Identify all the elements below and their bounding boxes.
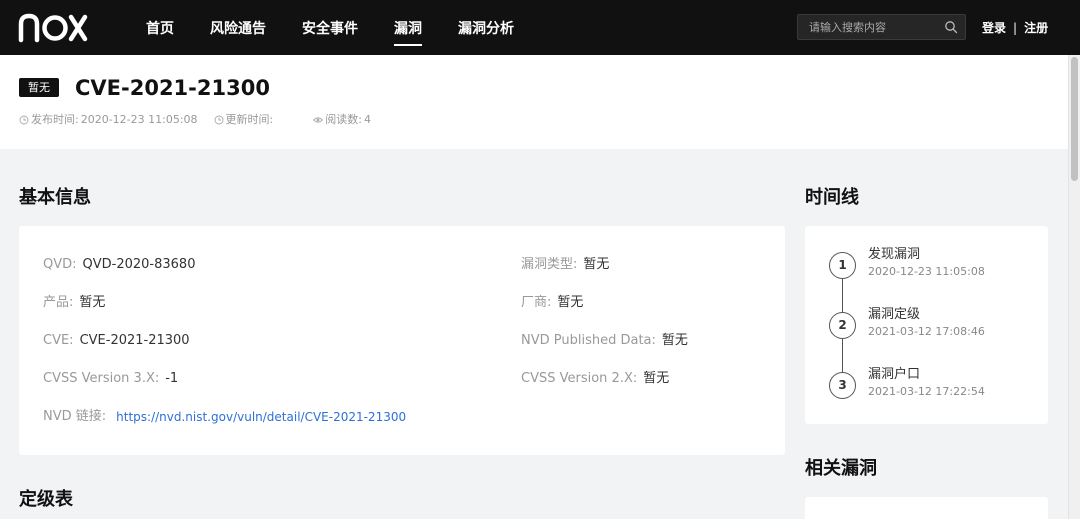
search-box (797, 14, 966, 40)
field-value: QVD-2020-83680 (82, 257, 196, 272)
field-label: CVE: (43, 333, 74, 348)
auth-separator: | (1013, 20, 1018, 35)
main-nav: 首页 风险通告 安全事件 漏洞 漏洞分析 (128, 0, 532, 55)
vuln-type-field: 漏洞类型: 暂无 (521, 257, 609, 273)
field-label: NVD 链接: (43, 409, 107, 424)
page-scrollbar[interactable] (1068, 55, 1080, 519)
publish-time-label: 发布时间: (31, 113, 79, 126)
field-value: 暂无 (557, 295, 584, 310)
nav-security-events[interactable]: 安全事件 (284, 0, 376, 55)
vuln-header: 暂无 CVE-2021-21300 发布时间: 2020-12-23 11:05… (0, 55, 1068, 149)
timeline-date: 2021-03-12 17:08:46 (868, 325, 985, 338)
timeline-date: 2020-12-23 11:05:08 (868, 265, 985, 278)
cvss2-field: CVSS Version 2.X: 暂无 (521, 371, 669, 387)
clock-icon (214, 115, 223, 125)
search-input[interactable] (798, 15, 938, 39)
timeline-step-circle: 1 (829, 252, 856, 279)
publish-time-value: 2020-12-23 11:05:08 (80, 113, 198, 126)
meta-row: 发布时间: 2020-12-23 11:05:08 更新时间: 阅读数: 4 (19, 113, 387, 127)
timeline-item: 2 漏洞定级 2021-03-12 17:08:46 (829, 306, 1039, 346)
timeline-step-circle: 2 (829, 312, 856, 339)
publish-time: 发布时间: 2020-12-23 11:05:08 (19, 113, 198, 127)
update-time: 更新时间: (214, 113, 298, 127)
nav-vuln-analysis[interactable]: 漏洞分析 (440, 0, 532, 55)
cvss3-field: CVSS Version 3.X: -1 (43, 371, 178, 387)
search-icon[interactable] (944, 20, 958, 34)
grading-table-heading: 定级表 (19, 489, 73, 510)
timeline-date: 2021-03-12 17:22:54 (868, 385, 985, 398)
top-navbar: 首页 风险通告 安全事件 漏洞 漏洞分析 登录 | 注册 (0, 0, 1080, 55)
nav-risk-notice[interactable]: 风险通告 (192, 0, 284, 55)
field-label: NVD Published Data: (521, 333, 656, 348)
field-label: CVSS Version 2.X: (521, 371, 638, 386)
field-value: CVE-2021-21300 (79, 333, 190, 348)
timeline-title: 发现漏洞 (868, 247, 921, 262)
basic-info-heading: 基本信息 (19, 187, 91, 208)
nox-logo[interactable] (18, 10, 88, 44)
product-field: 产品: 暂无 (43, 295, 105, 311)
scrollbar-thumb[interactable] (1071, 57, 1078, 181)
update-time-label: 更新时间: (225, 113, 274, 126)
auth-links: 登录 | 注册 (982, 0, 1048, 55)
nvd-published-field: NVD Published Data: 暂无 (521, 333, 688, 349)
field-value: 暂无 (79, 295, 106, 310)
status-badge: 暂无 (19, 78, 59, 97)
timeline-step-circle: 3 (829, 372, 856, 399)
field-label: CVSS Version 3.X: (43, 371, 160, 386)
related-vulns-card (805, 497, 1048, 519)
cve-field: CVE: CVE-2021-21300 (43, 333, 190, 349)
clock-icon (19, 115, 29, 125)
timeline-heading: 时间线 (805, 187, 859, 208)
view-count-label: 阅读数: (325, 113, 362, 126)
eye-icon (313, 117, 324, 123)
field-label: QVD: (43, 257, 77, 272)
field-value: -1 (165, 371, 179, 386)
register-link[interactable]: 注册 (1024, 19, 1048, 36)
view-count: 阅读数: 4 (313, 113, 371, 127)
timeline-title: 漏洞定级 (868, 307, 921, 322)
basic-info-card: QVD: QVD-2020-83680 漏洞类型: 暂无 产品: 暂无 厂商: … (19, 226, 785, 455)
nvd-link[interactable]: https://nvd.nist.gov/vuln/detail/CVE-202… (116, 409, 406, 425)
field-label: 厂商: (521, 295, 552, 310)
nvd-link-field: NVD 链接: https://nvd.nist.gov/vuln/detail… (43, 409, 406, 425)
page-title: CVE-2021-21300 (75, 76, 270, 100)
field-label: 漏洞类型: (521, 257, 578, 272)
view-count-value: 4 (363, 113, 371, 126)
timeline-item: 3 漏洞户口 2021-03-12 17:22:54 (829, 366, 1039, 406)
nav-vulnerabilities[interactable]: 漏洞 (376, 0, 440, 55)
timeline-title: 漏洞户口 (868, 367, 921, 382)
login-link[interactable]: 登录 (982, 19, 1006, 36)
vendor-field: 厂商: 暂无 (521, 295, 583, 311)
field-value: 暂无 (643, 371, 670, 386)
related-vulns-heading: 相关漏洞 (805, 458, 877, 479)
field-value: 暂无 (661, 333, 688, 348)
timeline-card: 1 发现漏洞 2020-12-23 11:05:08 2 漏洞定级 2021-0… (805, 226, 1048, 424)
timeline-item: 1 发现漏洞 2020-12-23 11:05:08 (829, 246, 1039, 286)
field-label: 产品: (43, 295, 74, 310)
nav-home[interactable]: 首页 (128, 0, 192, 55)
qvd-field: QVD: QVD-2020-83680 (43, 257, 195, 273)
field-value: 暂无 (583, 257, 610, 272)
